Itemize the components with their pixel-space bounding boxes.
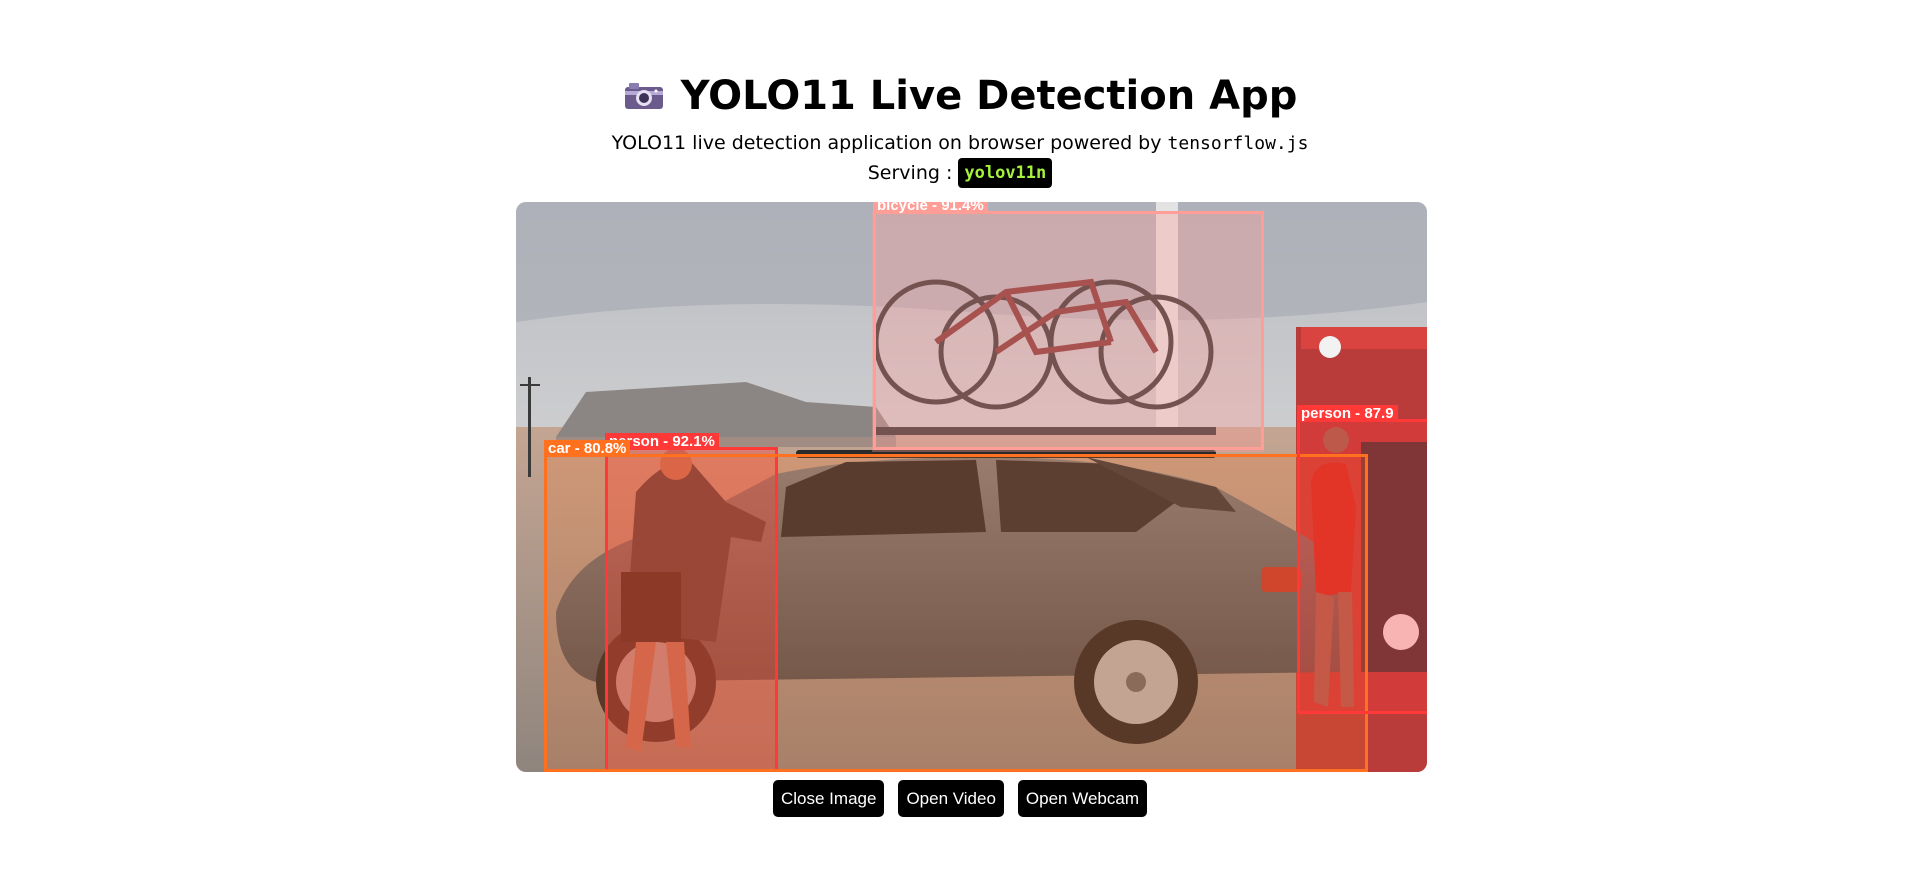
open-video-button[interactable]: Open Video [898,780,1004,817]
app-header: YOLO11 Live Detection App [0,68,1920,124]
serving-row: Serving : yolov11n [0,158,1920,188]
control-buttons: Close Image Open Video Open Webcam [0,780,1920,817]
detection-label: person - 87.9 [1297,405,1398,422]
page-title: YOLO11 Live Detection App [680,73,1298,119]
detection-canvas: bicycle - 91.4% person - 92.1% car - 80.… [516,202,1427,772]
detection-box-bicycle: bicycle - 91.4% [873,202,1264,450]
open-webcam-button[interactable]: Open Webcam [1017,780,1147,817]
detection-box-person-2: person - 87.9 [1297,405,1427,714]
tensorflow-code: tensorflow.js [1167,133,1309,154]
detection-label: bicycle - 91.4% [873,202,988,214]
detection-box-car: car - 80.8% [544,440,1368,772]
camera-icon [624,83,663,109]
subtitle: YOLO11 live detection application on bro… [0,130,1920,157]
model-badge: yolov11n [958,158,1053,188]
serving-label: Serving : [867,162,953,184]
subtitle-text: YOLO11 live detection application on bro… [611,132,1168,154]
detection-label: car - 80.8% [544,440,631,457]
close-image-button[interactable]: Close Image [773,780,885,817]
